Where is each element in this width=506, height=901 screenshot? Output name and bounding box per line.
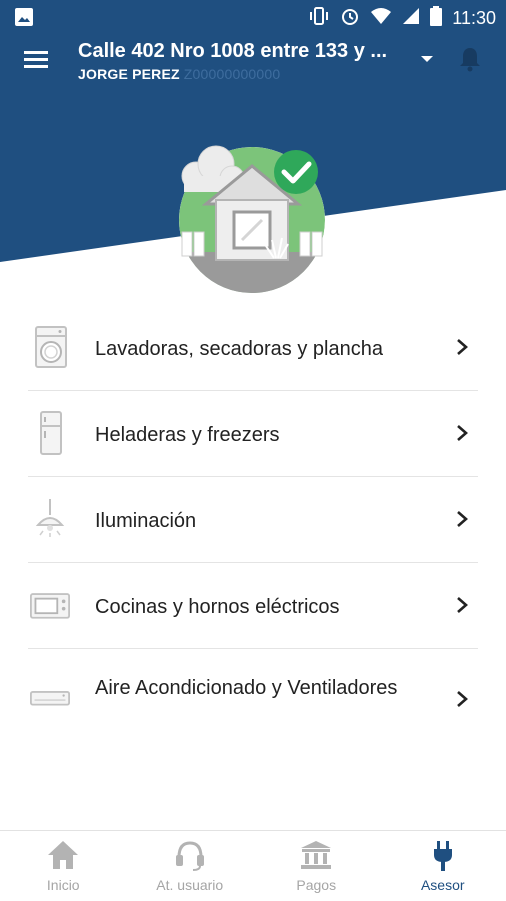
notifications-button[interactable] [456,44,484,74]
address-title[interactable]: Calle 402 Nro 1008 entre 133 y ... [78,40,408,63]
address-dropdown[interactable] [416,48,438,70]
battery-icon [430,6,442,31]
caret-down-icon [416,48,438,70]
nav-label: Pagos [253,877,380,893]
category-label: Heladeras y freezers [95,422,435,448]
nav-item-inicio[interactable]: Inicio [0,831,127,901]
home-icon [46,839,80,871]
category-label: Aire Acondicionado y Ventiladores [95,675,435,701]
nav-label: Inicio [0,877,127,893]
user-name: JORGE PEREZ [78,66,180,82]
washing-machine-icon [30,325,70,369]
bell-icon [456,44,484,74]
app-bar: Calle 402 Nro 1008 entre 133 y ... JORGE… [0,34,506,84]
chevron-right-icon [454,423,470,443]
nav-label: At. usuario [127,877,254,893]
category-row-fridges[interactable]: Heladeras y freezers [28,391,478,477]
category-label: Cocinas y hornos eléctricos [95,594,435,620]
category-row-air-conditioning[interactable]: Aire Acondicionado y Ventiladores [28,649,478,749]
bank-icon [299,839,333,871]
category-label: Lavadoras, secadoras y plancha [95,336,435,362]
nav-item-asesor[interactable]: Asesor [380,831,506,901]
signal-icon [402,7,420,30]
lamp-icon [30,497,70,541]
chevron-right-icon [454,509,470,529]
oven-icon [30,583,70,627]
gallery-notification-icon [14,7,34,32]
home-efficiency-illustration [172,140,332,300]
air-conditioner-icon [30,679,70,723]
alarm-icon [340,6,360,31]
nav-item-atencion-usuario[interactable]: At. usuario [127,831,254,901]
wifi-icon [370,7,392,30]
user-info: JORGE PEREZZ00000000000 [78,66,280,82]
appliance-category-list: Lavadoras, secadoras y plancha Heladeras… [28,305,478,749]
bottom-navigation: Inicio At. usuario Pagos Asesor [0,830,506,901]
user-account-number: Z00000000000 [184,66,281,82]
category-label: Iluminación [95,508,435,534]
category-row-ovens[interactable]: Cocinas y hornos eléctricos [28,563,478,649]
plug-icon [426,839,460,873]
status-bar: 11:30 [0,0,506,34]
vibrate-icon [308,6,330,31]
chevron-right-icon [454,689,470,709]
category-row-laundry[interactable]: Lavadoras, secadoras y plancha [28,305,478,391]
headset-icon [173,839,207,871]
menu-button[interactable] [20,44,52,76]
category-row-lighting[interactable]: Iluminación [28,477,478,563]
status-time: 11:30 [452,8,496,29]
hamburger-icon [20,44,52,76]
nav-label: Asesor [380,877,506,893]
fridge-icon [30,411,70,455]
nav-item-pagos[interactable]: Pagos [253,831,380,901]
chevron-right-icon [454,595,470,615]
chevron-right-icon [454,337,470,357]
